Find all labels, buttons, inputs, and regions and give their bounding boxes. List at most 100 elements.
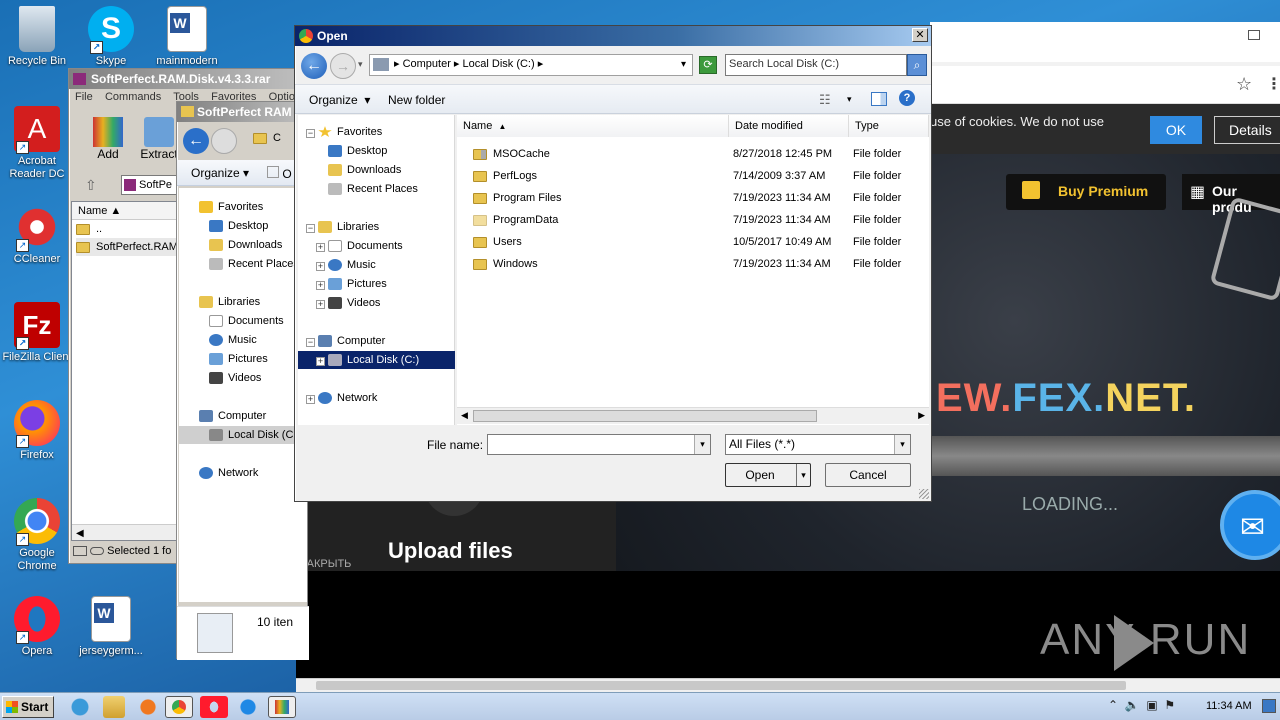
winrar-taskbar-button[interactable] xyxy=(268,696,296,718)
breadcrumb-computer[interactable]: Computer xyxy=(403,58,451,70)
menu-dots-icon[interactable]: ⋮ xyxy=(1266,74,1280,94)
table-row[interactable]: Program Files 7/19/2023 11:34 AM File fo… xyxy=(473,187,929,209)
back-button[interactable]: ← xyxy=(301,53,327,79)
refresh-icon[interactable]: ⟳ xyxy=(699,56,717,74)
filename-dropdown-icon[interactable]: ▾ xyxy=(694,435,710,454)
column-type-header[interactable]: Type xyxy=(849,115,929,137)
forward-button[interactable] xyxy=(211,128,237,154)
expand-toggle[interactable]: + xyxy=(316,300,325,309)
resize-grip[interactable] xyxy=(919,489,929,499)
collapse-toggle[interactable]: − xyxy=(306,224,315,233)
list-item[interactable]: .. xyxy=(76,220,102,238)
organize-menu[interactable]: Organize ▾ xyxy=(191,166,249,180)
desktop-icon-jerseygerm[interactable]: W jerseygerm... xyxy=(74,596,148,658)
cookie-details-button[interactable]: Details xyxy=(1214,116,1280,144)
view-options-icon[interactable]: ☷ xyxy=(819,92,831,108)
tree-music[interactable]: Music xyxy=(209,331,257,349)
dialog-titlebar[interactable]: Open ✕ xyxy=(295,26,931,46)
view-dropdown-icon[interactable]: ▾ xyxy=(847,94,852,105)
desktop-icon-recycle-bin[interactable]: Recycle Bin xyxy=(0,6,74,68)
tray-arrow-icon[interactable]: ⌃ xyxy=(1108,698,1118,712)
volume-icon[interactable]: 🔈 xyxy=(1125,698,1140,712)
filename-input[interactable]: ▾ xyxy=(487,434,711,455)
media-player-taskbar-icon[interactable] xyxy=(134,696,162,718)
email-icon[interactable]: ✉ xyxy=(1220,490,1280,560)
expand-toggle[interactable]: + xyxy=(316,357,325,366)
tree-documents[interactable]: Documents xyxy=(209,312,284,330)
cancel-button[interactable]: Cancel xyxy=(825,463,911,487)
upload-files-label[interactable]: Upload files xyxy=(388,538,513,564)
edge-taskbar-icon[interactable] xyxy=(234,696,262,718)
tree-libraries[interactable]: Libraries xyxy=(318,218,379,236)
buy-premium-button[interactable]: Buy Premium xyxy=(1006,174,1166,210)
column-name-header[interactable]: Name ▲ xyxy=(457,115,729,137)
opera-taskbar-icon[interactable] xyxy=(200,696,228,718)
close-button[interactable]: ✕ xyxy=(912,28,928,42)
table-row[interactable]: MSOCache 8/27/2018 12:45 PM File folder xyxy=(473,143,929,165)
collapse-toggle[interactable]: − xyxy=(306,129,315,138)
table-row[interactable]: Users 10/5/2017 10:49 AM File folder xyxy=(473,231,929,253)
file-type-select[interactable]: All Files (*.*) ▾ xyxy=(725,434,911,455)
organize-menu[interactable]: Organize ▾ xyxy=(309,93,370,107)
show-desktop-icon[interactable] xyxy=(1262,699,1276,713)
menu-file[interactable]: File xyxy=(75,91,93,103)
column-date-header[interactable]: Date modified xyxy=(729,115,849,137)
expand-toggle[interactable]: + xyxy=(316,243,325,252)
tree-computer[interactable]: Computer xyxy=(318,332,385,350)
tree-favorites[interactable]: Favorites xyxy=(318,123,382,141)
search-icon[interactable]: ⌕ xyxy=(907,54,927,76)
chrome-taskbar-button[interactable] xyxy=(165,696,193,718)
new-folder-button[interactable]: New folder xyxy=(388,93,445,107)
address-dropdown-icon[interactable]: ▾ xyxy=(681,55,686,74)
desktop-icon-mainmodern[interactable]: W mainmodern xyxy=(150,6,224,68)
file-list-hscrollbar[interactable]: ◀ ▶ xyxy=(457,407,929,424)
tree-libraries[interactable]: Libraries xyxy=(199,293,260,311)
breadcrumb-local-disk[interactable]: Local Disk (C:) xyxy=(463,58,535,70)
filter-dropdown-icon[interactable]: ▾ xyxy=(894,435,910,454)
tree-recent-places[interactable]: Recent Places xyxy=(209,255,299,273)
forward-button[interactable]: → xyxy=(330,53,356,79)
tree-favorites[interactable]: Favorites xyxy=(199,198,263,216)
explorer-titlebar[interactable]: SoftPerfect RAM xyxy=(177,102,307,122)
tree-desktop[interactable]: Desktop xyxy=(328,142,387,160)
column-name-header[interactable]: Name ▲ xyxy=(72,202,180,220)
search-input[interactable]: Search Local Disk (C:) xyxy=(725,54,907,76)
back-button[interactable]: ← xyxy=(183,128,209,154)
add-button[interactable]: Add xyxy=(91,117,125,163)
open-split-dropdown-icon[interactable]: ▾ xyxy=(796,464,810,486)
collapse-toggle[interactable]: − xyxy=(306,338,315,347)
help-icon[interactable]: ? xyxy=(899,90,915,106)
preview-pane-icon[interactable] xyxy=(871,92,887,106)
second-command[interactable]: O xyxy=(267,166,292,181)
browser-horizontal-scrollbar[interactable] xyxy=(296,678,1280,692)
network-tray-icon[interactable]: ▣ xyxy=(1146,698,1157,712)
winrar-titlebar[interactable]: SoftPerfect.RAM.Disk.v4.3.3.rar xyxy=(69,69,307,89)
tree-videos[interactable]: Videos xyxy=(328,294,380,312)
tree-downloads[interactable]: Downloads xyxy=(328,161,401,179)
tree-pictures[interactable]: Pictures xyxy=(209,350,268,368)
address-bar[interactable]: ▸ Computer ▸ Local Disk (C:) ▸ ▾ xyxy=(369,54,693,76)
open-button[interactable]: Open ▾ xyxy=(725,463,811,487)
tree-music[interactable]: Music xyxy=(328,256,376,274)
list-item[interactable]: SoftPerfect.RAM xyxy=(76,238,178,256)
extract-button[interactable]: Extract xyxy=(139,117,179,163)
recent-locations-dropdown[interactable]: ▾ xyxy=(358,59,363,70)
tree-local-disk[interactable]: Local Disk (C: xyxy=(179,426,307,444)
tree-downloads[interactable]: Downloads xyxy=(209,236,282,254)
tree-recent-places[interactable]: Recent Places xyxy=(328,180,418,198)
expand-toggle[interactable]: + xyxy=(316,281,325,290)
desktop-icon-firefox[interactable]: ↗ Firefox xyxy=(0,400,74,462)
table-row[interactable]: PerfLogs 7/14/2009 3:37 AM File folder xyxy=(473,165,929,187)
winrar-hscrollbar[interactable]: ◀ xyxy=(72,524,180,540)
desktop-icon-ccleaner[interactable]: ↗ CCleaner xyxy=(0,204,74,266)
menu-commands[interactable]: Commands xyxy=(105,91,161,103)
cookie-ok-button[interactable]: OK xyxy=(1150,116,1202,144)
explorer-path[interactable]: C xyxy=(253,132,281,144)
tree-documents[interactable]: Documents xyxy=(328,237,403,255)
desktop-icon-acrobat[interactable]: A ↗ Acrobat Reader DC xyxy=(0,106,74,181)
up-arrow-icon[interactable]: ⇧ xyxy=(85,177,97,194)
clock[interactable]: 11:34 AM xyxy=(1206,700,1252,712)
tree-videos[interactable]: Videos xyxy=(209,369,261,387)
start-button[interactable]: Start xyxy=(2,696,54,718)
expand-toggle[interactable]: + xyxy=(316,262,325,271)
